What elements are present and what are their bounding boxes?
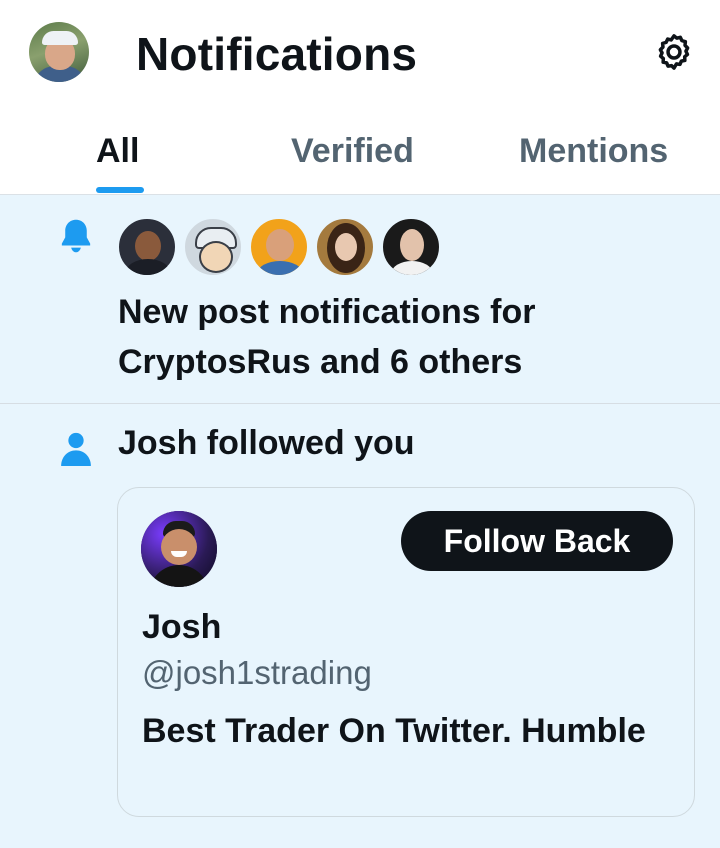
person-icon	[61, 432, 91, 466]
avatar-3[interactable]	[249, 217, 309, 277]
user-avatar[interactable]	[141, 511, 217, 587]
tab-all[interactable]: All	[96, 132, 139, 171]
notification-tabs: All Verified Mentions	[0, 110, 720, 195]
profile-avatar[interactable]	[29, 22, 89, 82]
notification-text: Josh followed you	[118, 424, 415, 462]
gear-icon[interactable]	[653, 31, 695, 73]
avatar-2[interactable]	[183, 217, 243, 277]
user-bio: Best Trader On Twitter. Humble	[142, 712, 646, 750]
bell-icon	[61, 219, 91, 253]
avatar-4[interactable]	[315, 217, 375, 277]
avatar-cap	[42, 31, 78, 45]
user-handle[interactable]: @josh1strading	[142, 654, 372, 692]
page-title: Notifications	[136, 28, 418, 80]
avatar-5[interactable]	[381, 217, 441, 277]
active-tab-indicator	[96, 187, 144, 193]
notification-new-posts[interactable]: New post notifications for CryptosRus an…	[0, 195, 720, 404]
tab-mentions[interactable]: Mentions	[519, 132, 668, 171]
top-bar: Notifications	[0, 0, 720, 110]
notification-follow[interactable]: Josh followed you Follow Back Josh @josh…	[0, 404, 720, 848]
notification-text: New post notifications for CryptosRus an…	[118, 293, 536, 381]
tab-verified[interactable]: Verified	[291, 132, 414, 171]
follow-back-button[interactable]: Follow Back	[401, 511, 673, 571]
user-display-name[interactable]: Josh	[142, 608, 221, 647]
user-card[interactable]: Follow Back Josh @josh1strading Best Tra…	[117, 487, 695, 817]
avatar-1[interactable]	[117, 217, 177, 277]
